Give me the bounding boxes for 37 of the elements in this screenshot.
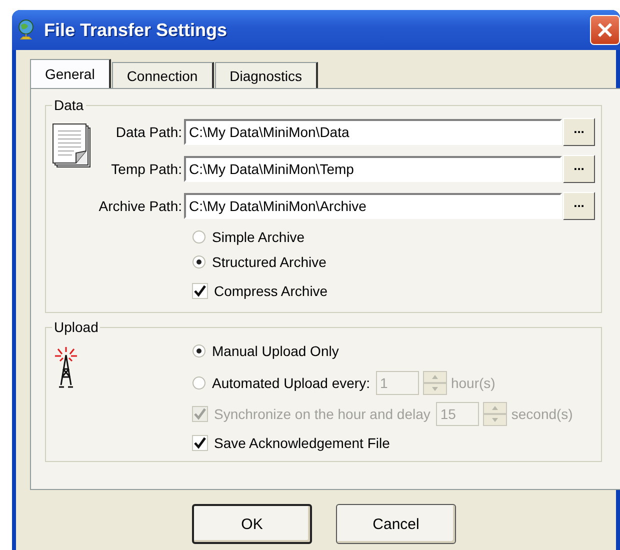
browse-button[interactable]: ...: [563, 154, 595, 182]
group-title: Upload: [53, 319, 100, 335]
browse-button[interactable]: ...: [563, 192, 595, 220]
path-label: Data Path:: [114, 124, 183, 140]
ok-button[interactable]: OK: [192, 504, 312, 544]
tab[interactable]: General: [30, 59, 111, 88]
option-label: Synchronize on the hour and delay: [214, 406, 430, 422]
browse-button[interactable]: ...: [563, 118, 595, 146]
close-button[interactable]: [590, 15, 620, 45]
window-title: File Transfer Settings: [44, 20, 228, 40]
checkbox[interactable]: [192, 283, 208, 299]
radio-button[interactable]: [192, 344, 206, 358]
option-label: Structured Archive: [212, 254, 326, 270]
radio-button[interactable]: [192, 230, 206, 244]
option-label: Compress Archive: [214, 283, 328, 299]
path-field[interactable]: C:\My Data\MiniMon\Temp: [184, 156, 562, 182]
tab[interactable]: Connection: [112, 62, 214, 88]
checkbox[interactable]: [192, 435, 208, 451]
option-label: Simple Archive: [212, 228, 305, 244]
globe-icon: [16, 18, 36, 42]
radio-tower-icon: [52, 345, 80, 389]
unit-label: hour(s): [450, 375, 496, 391]
path-field[interactable]: C:\My Data\MiniMon\Data: [184, 118, 562, 144]
option-label: Save Acknowledgement File: [214, 435, 390, 451]
radio-button[interactable]: [192, 376, 206, 390]
cancel-button[interactable]: Cancel: [336, 504, 456, 544]
close-icon: [596, 21, 614, 39]
radio-button[interactable]: [192, 254, 206, 268]
document-icon: [52, 123, 92, 169]
group-title: Data: [53, 97, 85, 113]
path-field[interactable]: C:\My Data\MiniMon\Archive: [184, 192, 562, 218]
unit-label: second(s): [511, 406, 573, 422]
option-label: Automated Upload every:: [212, 375, 370, 391]
tab[interactable]: Diagnostics: [214, 62, 318, 88]
option-label: Manual Upload Only: [212, 343, 339, 359]
path-label: Temp Path:: [110, 160, 183, 176]
path-label: Archive Path:: [98, 198, 183, 214]
